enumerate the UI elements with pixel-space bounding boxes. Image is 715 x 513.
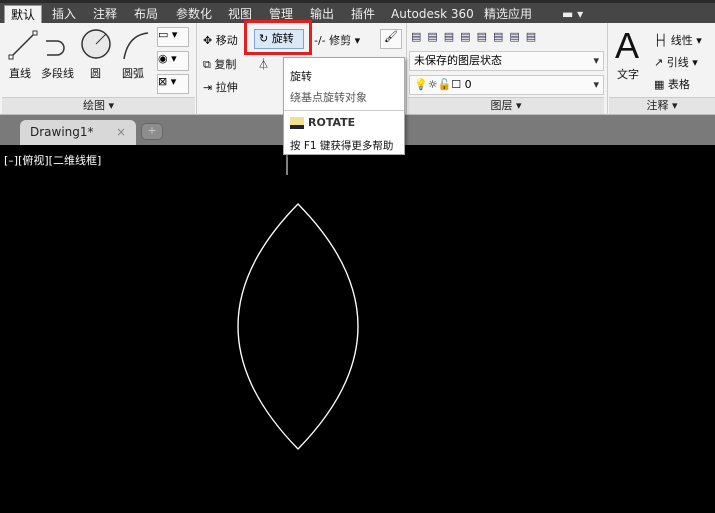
tab-parametric[interactable]: 参数化 — [170, 5, 218, 23]
boundary-button[interactable]: ⊠ ▾ — [157, 74, 189, 94]
match-properties-icon[interactable]: 🖌 — [380, 29, 402, 49]
polyline-button[interactable]: 多段线 — [41, 65, 74, 81]
rotate-tooltip: 旋转 绕基点旋转对象 ROTATE 按 F1 键获得更多帮助 — [283, 57, 405, 155]
drawing-canvas[interactable] — [0, 145, 715, 513]
lens-shape — [237, 203, 359, 450]
annotation-panel-title[interactable]: 注释 ▾ — [609, 97, 715, 114]
document-tab[interactable]: Drawing1* × — [20, 120, 136, 145]
layer-state-dropdown[interactable]: 未保存的图层状态 — [409, 51, 604, 71]
command-icon — [290, 117, 304, 129]
copy-button[interactable]: ⧉ 复制 — [203, 56, 236, 72]
tab-default[interactable]: 默认 — [4, 5, 43, 23]
layers-panel-title[interactable]: 图层 ▾ — [408, 97, 604, 114]
tooltip-title: 旋转 — [290, 70, 312, 83]
tooltip-command: ROTATE — [308, 116, 356, 129]
video-dropdown-icon[interactable]: ▬ ▾ — [556, 5, 589, 23]
layer-dropdown[interactable]: 💡☼🔓☐ 0 — [409, 75, 604, 95]
mirror-icon[interactable]: ⏃ — [258, 56, 269, 72]
tooltip-help: 按 F1 键获得更多帮助 — [290, 140, 394, 152]
circle-button[interactable]: 圆 — [90, 65, 101, 81]
move-button[interactable]: ✥ 移动 — [203, 32, 238, 48]
tab-autodesk360[interactable]: Autodesk 360 — [385, 5, 480, 23]
text-icon: A — [615, 25, 640, 66]
trim-button[interactable]: -/- 修剪 ▾ — [314, 32, 360, 48]
tab-annotate[interactable]: 注释 — [87, 5, 123, 23]
tab-plugins[interactable]: 插件 — [345, 5, 381, 23]
draw-panel-title[interactable]: 绘图 ▾ — [2, 97, 195, 114]
tooltip-description: 绕基点旋转对象 — [290, 91, 367, 104]
circle-icon — [81, 29, 111, 59]
stretch-button[interactable]: ⇥ 拉伸 — [203, 79, 238, 95]
ribbon-tab-bar: 默认 插入 注释 布局 参数化 视图 管理 输出 插件 Autodesk 360… — [0, 0, 715, 23]
new-tab-icon[interactable]: + — [141, 123, 163, 140]
arc-icon — [123, 32, 149, 60]
hatch-button[interactable]: ◉ ▾ — [157, 51, 189, 71]
highlight-box — [244, 20, 312, 55]
line-button[interactable]: 直线 — [9, 65, 31, 81]
tab-featured-apps[interactable]: 精选应用 — [478, 5, 538, 23]
arc-button[interactable]: 圆弧 — [122, 65, 144, 81]
line-icon — [8, 30, 38, 60]
text-button[interactable]: 文字 — [617, 66, 639, 82]
layer-tools-icons[interactable]: ▤▤▤▤▤▤▤▤ — [411, 30, 542, 43]
close-tab-icon[interactable]: × — [116, 120, 126, 145]
leader-button[interactable]: ↗ 引线 ▾ — [654, 54, 698, 70]
tab-layout[interactable]: 布局 — [128, 5, 164, 23]
tab-insert[interactable]: 插入 — [46, 5, 82, 23]
table-button[interactable]: ▦ 表格 — [654, 76, 690, 92]
linear-dimension-button[interactable]: ├┤ 线性 ▾ — [654, 32, 702, 48]
rectangle-button[interactable]: ▭ ▾ — [157, 27, 189, 47]
polyline-icon — [46, 40, 65, 56]
